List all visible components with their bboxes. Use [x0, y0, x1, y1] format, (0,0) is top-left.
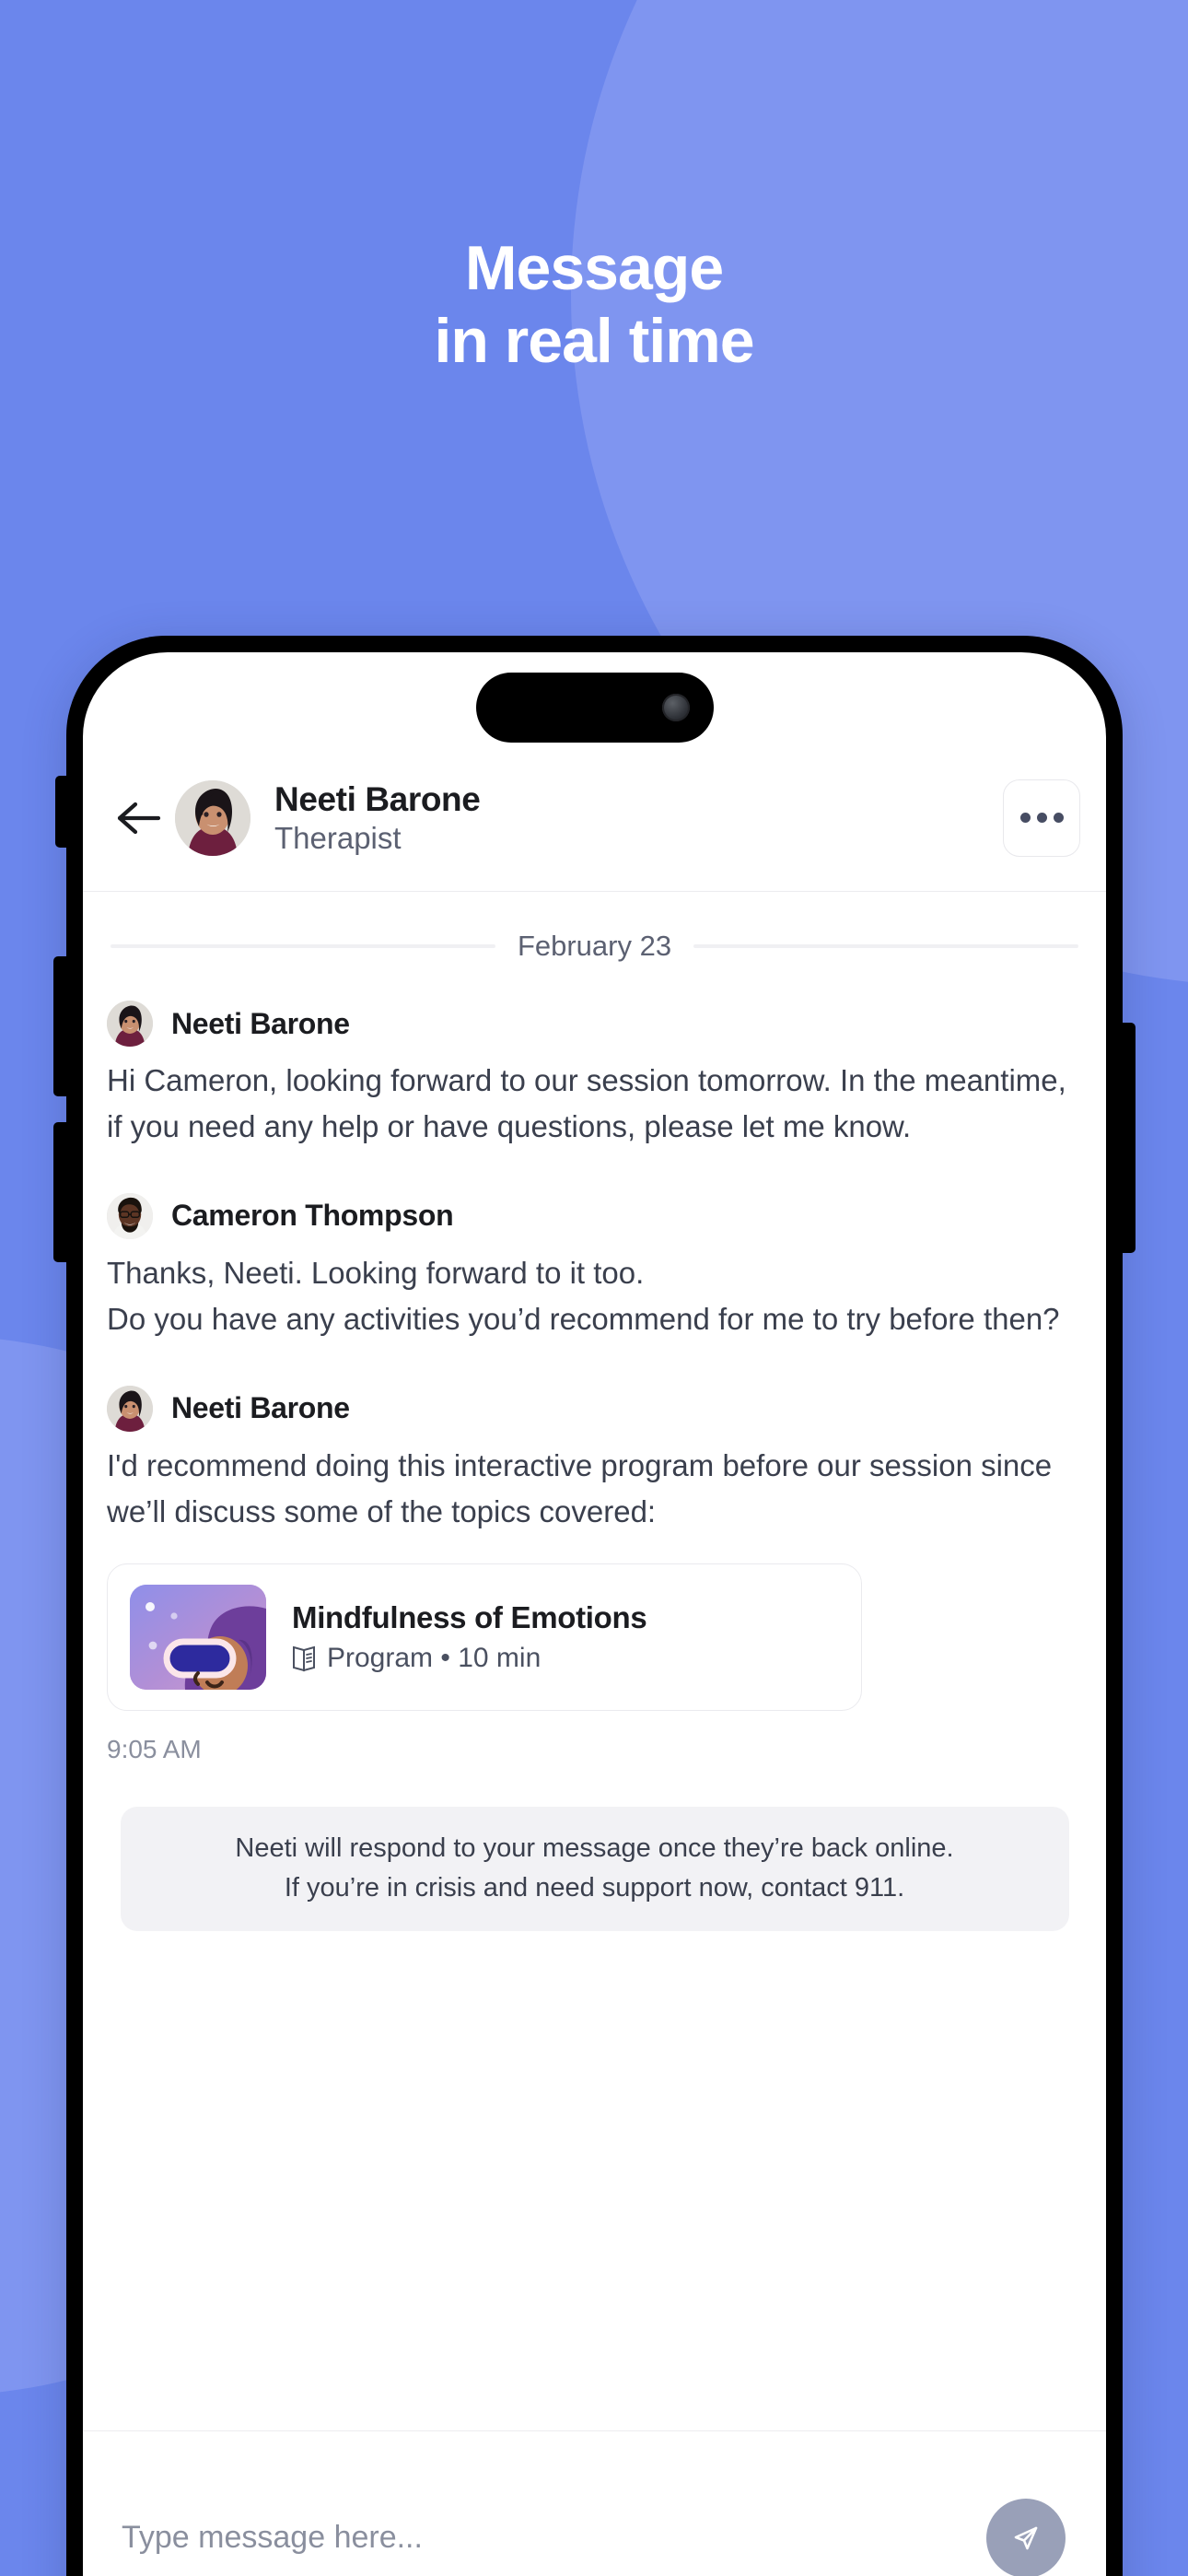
- message-input[interactable]: [122, 2520, 970, 2556]
- availability-notice: Neeti will respond to your message once …: [120, 1806, 1069, 1931]
- back-button[interactable]: [107, 787, 169, 849]
- message-item: Neeti Barone I'd recommend doing this in…: [107, 1385, 1082, 1764]
- message-author: Cameron Thompson: [171, 1199, 454, 1233]
- program-meta-text: Program • 10 min: [327, 1642, 542, 1673]
- ellipsis-dot-1: [1019, 813, 1031, 823]
- phone-screen: Neeti Barone Therapist February 23 Neeti…: [83, 652, 1106, 2576]
- chat-subtitle: Therapist: [274, 821, 402, 856]
- chat-header: Neeti Barone Therapist: [83, 744, 1106, 892]
- dynamic-island: [475, 673, 714, 743]
- message-timestamp: 9:05 AM: [107, 1734, 202, 1763]
- message-header: Cameron Thompson: [107, 1192, 1082, 1239]
- arrow-left-icon: [117, 802, 161, 834]
- phone-volume-up-button[interactable]: [53, 956, 68, 1096]
- avatar-image: [175, 779, 250, 856]
- headline-line-2: in real time: [434, 305, 754, 376]
- message-header: Neeti Barone: [107, 1385, 1082, 1432]
- avatar-neeti-barone: [107, 1385, 153, 1432]
- phone-volume-down-button[interactable]: [53, 1122, 68, 1262]
- avatar-image: [107, 1001, 153, 1047]
- vr-headset-illustration: [130, 1584, 266, 1690]
- date-separator: February 23: [107, 892, 1082, 1001]
- message-author: Neeti Barone: [171, 1391, 350, 1425]
- avatar-neeti-barone: [175, 779, 250, 856]
- avatar-cameron-thompson: [107, 1192, 153, 1239]
- date-rule-left: [111, 944, 495, 948]
- book-icon: [293, 1645, 315, 1672]
- message-item: Neeti Barone Hi Cameron, looking forward…: [107, 1001, 1082, 1151]
- message-author: Neeti Barone: [171, 1006, 350, 1040]
- front-camera-icon: [661, 694, 690, 721]
- message-text: Hi Cameron, looking forward to our sessi…: [107, 1063, 1066, 1144]
- program-title: Mindfulness of Emotions: [292, 1599, 647, 1634]
- program-card[interactable]: Mindfulness of Emotions Program • 10 min: [107, 1563, 862, 1711]
- page-title: Message in real time: [0, 232, 1188, 378]
- avatar-image: [107, 1385, 153, 1432]
- send-button[interactable]: [986, 2498, 1066, 2576]
- ellipsis-dot-2: [1036, 813, 1047, 823]
- message-item: Cameron Thompson Thanks, Neeti. Looking …: [107, 1192, 1082, 1343]
- ellipsis-dot-3: [1053, 813, 1064, 823]
- chat-header-names: Neeti Barone Therapist: [274, 780, 1003, 856]
- program-meta: Program • 10 min: [292, 1643, 646, 1674]
- phone-mockup: Neeti Barone Therapist February 23 Neeti…: [53, 636, 1136, 2576]
- send-paper-plane-icon: [1014, 2526, 1038, 2549]
- date-label: February 23: [517, 930, 672, 962]
- program-info: Mindfulness of Emotions Program • 10 min: [292, 1599, 647, 1674]
- headline-line-1: Message: [464, 233, 724, 303]
- avatar-neeti-barone: [107, 1001, 153, 1047]
- message-text: Thanks, Neeti. Looking forward to it too…: [107, 1255, 1060, 1337]
- avatar-image: [107, 1192, 153, 1239]
- date-rule-right: [693, 944, 1079, 948]
- message-header: Neeti Barone: [107, 1001, 1082, 1047]
- more-options-button[interactable]: [1003, 779, 1080, 857]
- chat-title: Neeti Barone: [274, 779, 481, 818]
- program-thumbnail-image: [130, 1584, 266, 1690]
- message-text: I'd recommend doing this interactive pro…: [107, 1447, 1053, 1529]
- phone-power-button[interactable]: [1121, 1023, 1136, 1253]
- message-composer: [83, 2430, 1106, 2576]
- message-list[interactable]: February 23 Neeti Barone Hi Cameron, loo…: [83, 892, 1106, 2430]
- phone-mute-switch[interactable]: [55, 776, 68, 848]
